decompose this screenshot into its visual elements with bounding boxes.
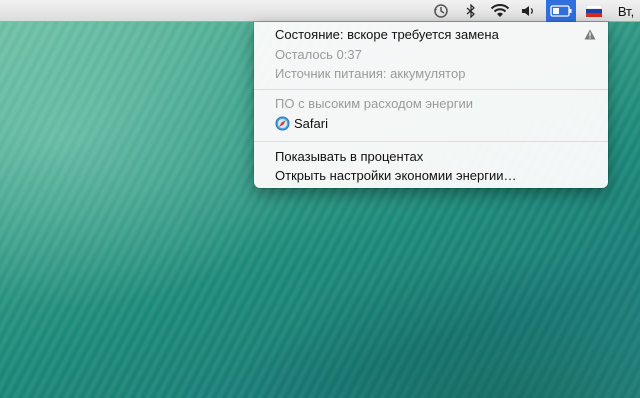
app-label-safari: Safari xyxy=(294,116,328,131)
show-percent-item[interactable]: Показывать в процентах xyxy=(275,149,423,164)
battery-status: Состояние: вскоре требуется замена xyxy=(275,27,499,42)
warning-icon xyxy=(584,28,596,43)
volume-icon[interactable] xyxy=(519,0,537,22)
open-energy-settings-item[interactable]: Открыть настройки экономии энергии… xyxy=(275,168,517,183)
wifi-icon[interactable] xyxy=(487,0,513,22)
battery-icon[interactable] xyxy=(546,0,576,22)
time-machine-icon[interactable] xyxy=(431,0,451,22)
safari-icon xyxy=(275,116,290,131)
menubar-clock[interactable]: Вт, xyxy=(612,0,640,22)
menu-separator xyxy=(254,141,608,142)
battery-menu: Состояние: вскоре требуется замена Остал… xyxy=(254,22,608,188)
time-remaining: Осталось 0:37 xyxy=(275,47,362,62)
app-item-safari[interactable]: Safari xyxy=(275,116,328,131)
energy-apps-heading: ПО с высоким расходом энергии xyxy=(275,96,473,111)
menu-separator xyxy=(254,89,608,90)
power-source: Источник питания: аккумулятор xyxy=(275,66,466,81)
bluetooth-icon[interactable] xyxy=(463,0,479,22)
russian-flag-icon[interactable] xyxy=(584,0,604,22)
menu-bar: Вт, xyxy=(0,0,640,22)
